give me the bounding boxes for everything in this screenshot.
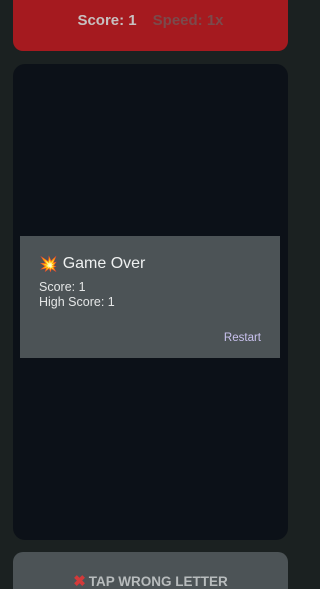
- final-score: Score: 1: [39, 280, 86, 294]
- high-score: High Score: 1: [39, 295, 115, 309]
- game-screen: Score: 1 Speed: 1x 💥 Game Over Score: 1 …: [0, 0, 300, 589]
- dialog-title: Game Over: [62, 255, 146, 272]
- collision-icon: 💥: [39, 255, 58, 273]
- tap-wrong-letter-label: TAP WRONG LETTER: [88, 574, 228, 589]
- score-bar: Score: 1 Speed: 1x: [13, 0, 288, 51]
- restart-button[interactable]: Restart: [224, 332, 261, 344]
- game-over-dialog: 💥 Game Over Score: 1 High Score: 1 Resta…: [20, 236, 280, 358]
- score-display: Score: 1: [77, 12, 137, 29]
- speed-display: Speed: 1x: [152, 12, 224, 29]
- cross-mark-icon: ✖: [73, 573, 86, 589]
- dialog-title-row: 💥 Game Over: [39, 254, 261, 274]
- tap-wrong-letter-button[interactable]: ✖ TAP WRONG LETTER: [13, 552, 288, 589]
